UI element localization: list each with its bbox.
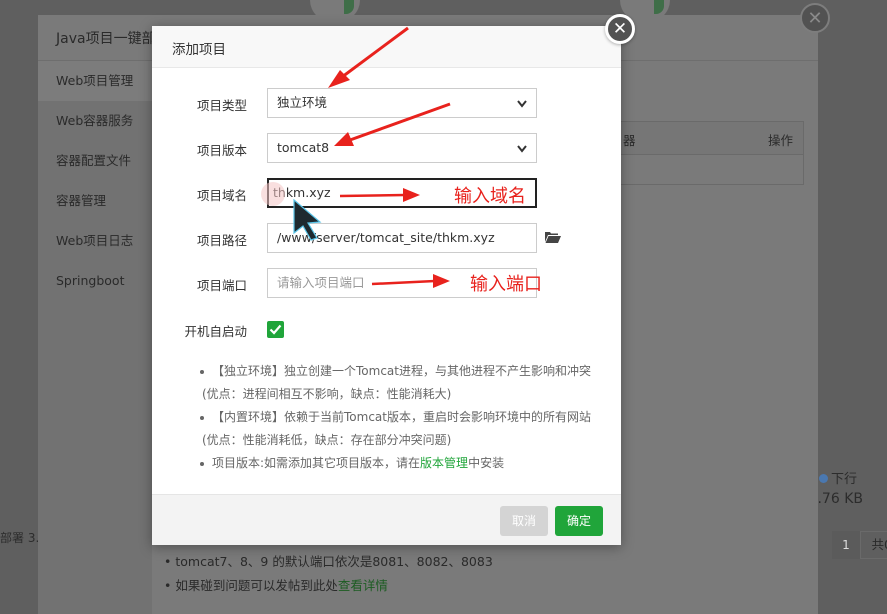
port-hint: 输入端口	[470, 274, 542, 295]
outer-table-body	[614, 155, 804, 185]
chevron-down-icon	[516, 90, 528, 129]
chevron-down-icon	[516, 135, 528, 174]
project-path-input[interactable]: /www/server/tomcat_site/thkm.xyz	[267, 223, 537, 253]
form-row-version: 项目版本 tomcat8	[152, 133, 621, 163]
check-icon	[269, 324, 282, 335]
autostart-label: 开机自启动	[184, 324, 247, 339]
modal-footer: 取消 确定	[152, 494, 621, 545]
cancel-button[interactable]: 取消	[500, 506, 548, 536]
sidebar-item-container-manage[interactable]: 容器管理	[38, 181, 152, 221]
sidebar-item-web-container[interactable]: Web容器服务	[38, 101, 152, 141]
close-icon: ✕	[612, 19, 628, 39]
form-row-port: 项目端口 请输入项目端口	[152, 268, 621, 298]
domain-hint: 输入域名	[454, 186, 526, 207]
table-header-col: 器	[623, 133, 636, 148]
sidebar-item-springboot[interactable]: Springboot	[38, 261, 152, 301]
modal-close-button[interactable]: ✕	[605, 14, 635, 44]
project-version-value: tomcat8	[277, 140, 330, 155]
view-details-link[interactable]: 查看详情	[338, 578, 388, 593]
tip-builtin: 【内置环境】依赖于当前Tomcat版本，重启时会影响环境中的所有网站	[194, 406, 614, 429]
modal-title: 添加项目	[172, 42, 226, 58]
outer-tip-ports: • tomcat7、8、9 的默认端口依次是8081、8082、8083	[164, 554, 493, 569]
form-row-path: 项目路径 /www/server/tomcat_site/thkm.xyz	[152, 223, 621, 253]
form-row-domain: 项目域名 thkm.xyz	[152, 178, 621, 208]
version-manage-link[interactable]: 版本管理	[420, 456, 468, 470]
add-project-modal: 添加项目 ✕ 项目类型 独立环境 项目版本 tomcat8 项目域名 thkm.…	[152, 14, 635, 545]
tip-standalone-detail: (优点：进程间相互不影响，缺点：性能消耗大)	[202, 387, 452, 401]
project-version-select[interactable]: tomcat8	[267, 133, 537, 163]
type-label: 项目类型	[196, 98, 247, 113]
project-type-value: 独立环境	[277, 95, 328, 110]
path-label: 项目路径	[196, 233, 247, 248]
sidebar-item-container-config[interactable]: 容器配置文件	[38, 141, 152, 181]
bg-net-down-label: 下行	[818, 468, 857, 487]
port-label: 项目端口	[196, 278, 247, 293]
confirm-button[interactable]: 确定	[555, 506, 603, 536]
modal-header: 添加项目	[152, 26, 621, 68]
autostart-checkbox[interactable]	[267, 321, 284, 338]
outer-sidebar: Web项目管理 Web容器服务 容器配置文件 容器管理 Web项目日志 Spri…	[38, 61, 152, 614]
version-label: 项目版本	[196, 143, 247, 158]
form-row-type: 项目类型 独立环境	[152, 88, 621, 118]
outer-table-header: 器 操作	[614, 121, 804, 155]
outer-close-button[interactable]: ✕	[800, 3, 830, 33]
table-header-actions: 操作	[767, 133, 793, 148]
project-type-select[interactable]: 独立环境	[267, 88, 537, 118]
sidebar-item-web-logs[interactable]: Web项目日志	[38, 221, 152, 261]
tip-standalone: 【独立环境】独立创建一个Tomcat进程，与其他进程不产生影响和冲突	[194, 360, 614, 383]
sidebar-item-web-projects[interactable]: Web项目管理	[38, 61, 152, 101]
tip-version: 项目版本:如需添加其它项目版本，请在版本管理中安装	[194, 452, 614, 475]
pager-page-button[interactable]: 1	[832, 531, 860, 559]
tip-builtin-detail: (优点：性能消耗低，缺点：存在部分冲突问题)	[202, 433, 452, 447]
pager-total: 共0条	[860, 531, 887, 559]
folder-open-icon[interactable]	[545, 230, 561, 243]
close-icon: ✕	[807, 7, 823, 29]
form-row-autostart: 开机自启动	[152, 320, 621, 350]
modal-tips: 【独立环境】独立创建一个Tomcat进程，与其他进程不产生影响和冲突 (优点：进…	[194, 360, 614, 475]
outer-tip-help: • 如果碰到问题可以发帖到此处查看详情	[164, 578, 388, 593]
domain-label: 项目域名	[196, 188, 247, 203]
outer-tips: • tomcat7、8、9 的默认端口依次是8081、8082、8083 • 如…	[164, 550, 614, 598]
